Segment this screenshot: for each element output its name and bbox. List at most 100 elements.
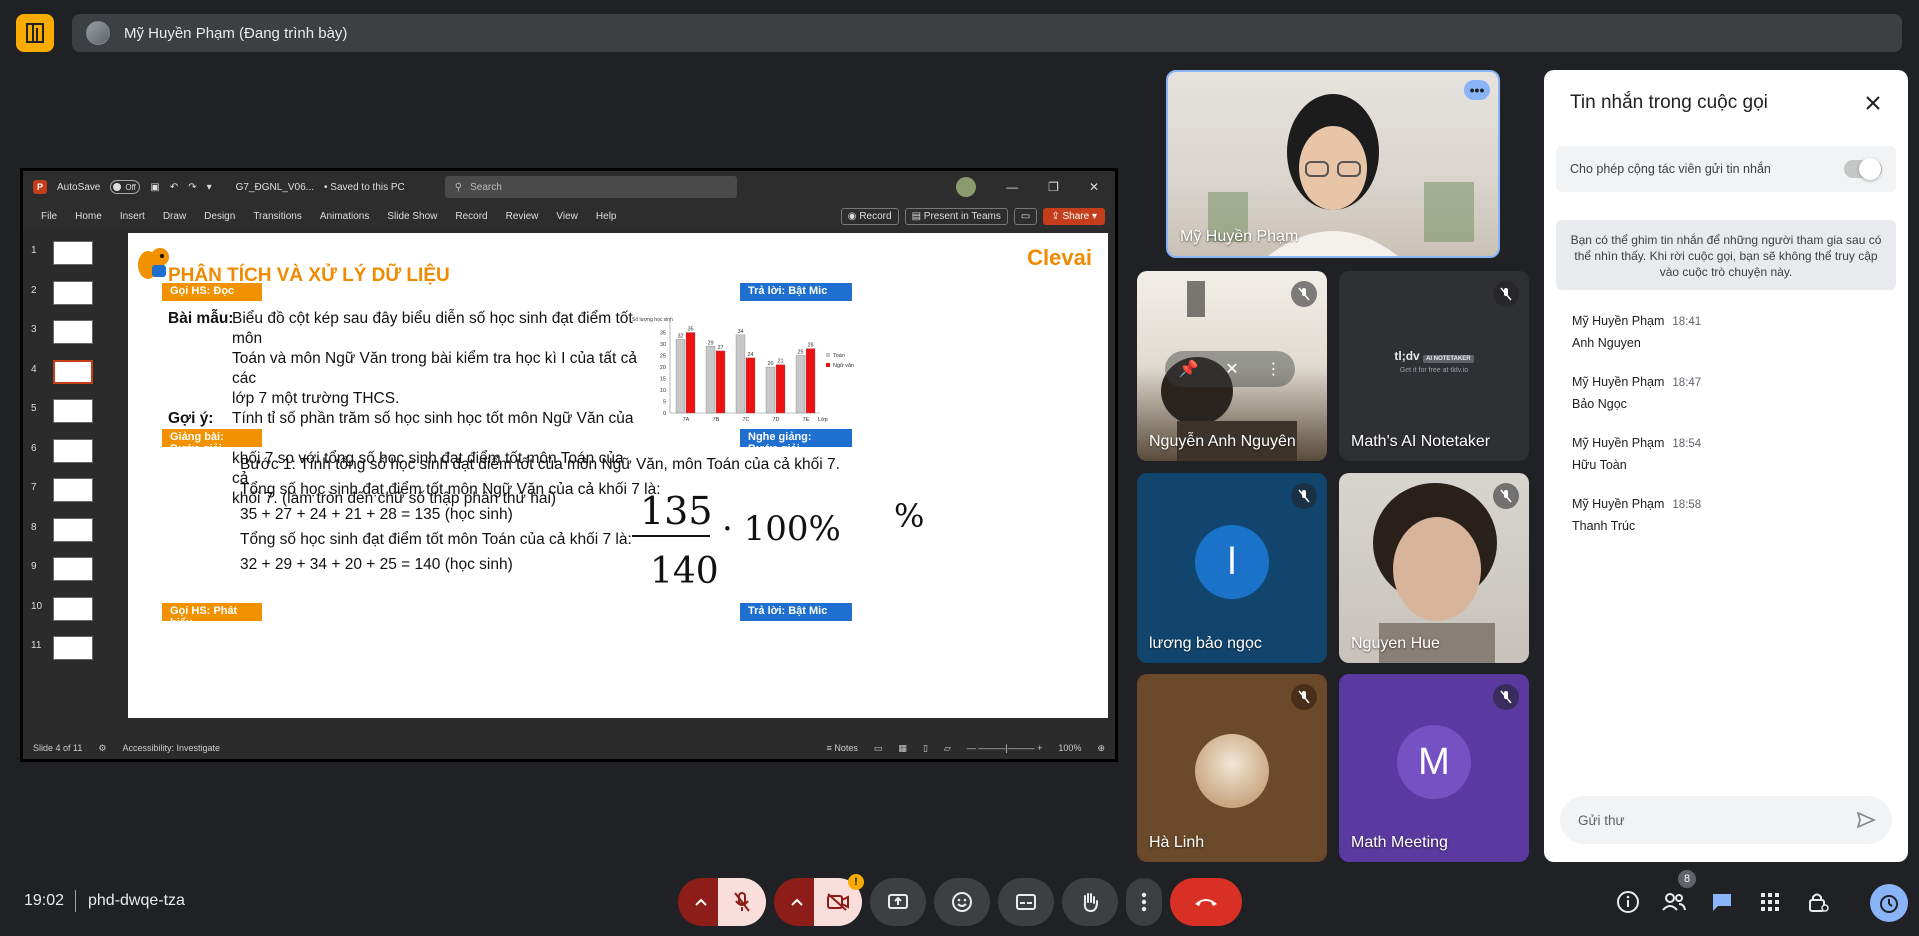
reactions-button[interactable] xyxy=(934,878,990,926)
tile-ai-notetaker[interactable]: tl;dv AI NOTETAKER Get it for free at tl… xyxy=(1339,271,1529,461)
people-icon[interactable] xyxy=(1660,888,1688,916)
minimize-icon[interactable]: — xyxy=(1006,180,1018,194)
slide-thumbnail[interactable] xyxy=(53,517,93,542)
double-bar-chart: Số lượng học sinh 0 5 10 15 20 25 30 35 32 35 7A 29 2… xyxy=(632,317,854,423)
tile-ha-linh[interactable]: Hà Linh xyxy=(1137,674,1327,862)
tile-my-huyen-pham[interactable]: ••• Mỹ Huyền Phạm xyxy=(1166,70,1500,258)
chat-icon[interactable] xyxy=(1708,888,1736,916)
customize-icon[interactable]: ▾ xyxy=(207,182,212,193)
thumbnail-number: 4 xyxy=(31,363,37,375)
tab-animations[interactable]: Animations xyxy=(320,211,369,222)
slide-thumbnail[interactable] xyxy=(53,280,93,305)
save-icon[interactable]: ▣ xyxy=(150,182,159,193)
chart-legend-swatch xyxy=(826,363,830,367)
tag-answer-1: Trả lời: Bật Mic xyxy=(740,283,852,301)
step-5: 32 + 29 + 34 + 20 + 25 = 140 (học sinh) xyxy=(240,556,513,573)
tab-slideshow[interactable]: Slide Show xyxy=(387,211,437,222)
record-button[interactable]: ◉ Record xyxy=(840,207,899,225)
tag-lecture: Giảng bài: Bước giải xyxy=(162,429,262,455)
hand-denominator: 140 xyxy=(650,551,719,592)
autosave-toggle[interactable]: Off xyxy=(110,180,141,194)
participant-name: lương bảo ngọc xyxy=(1149,635,1262,652)
thumbnail-number: 1 xyxy=(31,245,37,256)
slide-thumbnail[interactable] xyxy=(53,636,93,660)
timer-icon[interactable] xyxy=(1870,884,1908,922)
zoom-slider[interactable]: — ———|——— + xyxy=(967,743,1043,753)
tab-help[interactable]: Help xyxy=(596,211,617,222)
allow-messages-toggle[interactable] xyxy=(1844,158,1882,180)
fit-icon[interactable]: ⊕ xyxy=(1097,743,1105,754)
tile-math-meeting[interactable]: M Math Meeting xyxy=(1339,674,1529,862)
slide-thumbnail[interactable] xyxy=(53,241,93,265)
chart-ylabel: Số lượng học sinh xyxy=(632,317,673,323)
chart-y-tick: 15 xyxy=(660,377,666,383)
step-3: 35 + 27 + 24 + 21 + 28 = 135 (học sinh) xyxy=(240,506,513,523)
step-1: Bước 1: Tính tổng số học sinh đạt điểm t… xyxy=(240,456,840,473)
slide-thumbnail[interactable] xyxy=(53,399,93,423)
host-controls-icon[interactable] xyxy=(1804,888,1832,916)
tile-luong-bao-ngoc[interactable]: l lương bảo ngọc xyxy=(1137,473,1327,663)
zoom-level[interactable]: 100% xyxy=(1058,743,1081,753)
accessibility-icon[interactable]: ⚙ xyxy=(98,743,106,754)
slideshow-view-icon[interactable]: ▱ xyxy=(944,743,951,754)
chart-data-label: 29 xyxy=(707,340,713,346)
tab-review[interactable]: Review xyxy=(506,211,539,222)
share-button[interactable]: ⇪ Share ▾ xyxy=(1043,207,1105,225)
chat-message: Mỹ Huyền Phạm 18:41 Anh Nguyen xyxy=(1572,314,1702,350)
ppt-search[interactable]: ⚲ Search xyxy=(444,176,737,198)
slide-thumbnails: 1 2 3 4 5 6 7 8 9 10 11 xyxy=(23,229,123,739)
ppt-statusbar: Slide 4 of 11 ⚙ Accessibility: Investiga… xyxy=(23,737,1115,759)
ppt-user-avatar[interactable] xyxy=(956,177,977,197)
close-icon[interactable]: ✕ xyxy=(1089,180,1099,194)
mute-icon[interactable]: ✕ xyxy=(1225,359,1238,379)
app-logo-icon[interactable] xyxy=(16,14,54,52)
activities-icon[interactable] xyxy=(1756,888,1784,916)
tab-file[interactable]: File xyxy=(41,211,57,222)
thumbnail-number: 7 xyxy=(31,482,37,493)
reading-view-icon[interactable]: ▯ xyxy=(923,743,928,754)
slide-thumbnail[interactable] xyxy=(53,320,93,344)
raise-hand-button[interactable] xyxy=(1062,878,1118,926)
tab-transitions[interactable]: Transitions xyxy=(253,211,302,222)
present-teams-button[interactable]: ▤ Present in Teams xyxy=(904,207,1008,225)
tab-design[interactable]: Design xyxy=(204,211,235,222)
leave-call-button[interactable] xyxy=(1170,878,1242,926)
send-icon[interactable] xyxy=(1856,810,1876,833)
redo-icon[interactable]: ↷ xyxy=(188,182,196,193)
more-options-button[interactable] xyxy=(1126,878,1162,926)
present-screen-button[interactable] xyxy=(870,878,926,926)
tab-home[interactable]: Home xyxy=(75,211,102,222)
presenter-avatar xyxy=(86,21,110,45)
allow-messages-label: Cho phép cộng tác viên gửi tin nhắn xyxy=(1570,162,1771,176)
close-icon[interactable] xyxy=(1858,88,1888,118)
sorter-view-icon[interactable]: ▦ xyxy=(898,743,907,754)
normal-view-icon[interactable]: ▭ xyxy=(874,743,883,754)
slide-thumbnail[interactable] xyxy=(53,438,93,463)
status-accessibility[interactable]: Accessibility: Investigate xyxy=(122,743,220,753)
thumbnail-number: 6 xyxy=(31,442,37,454)
more-options-icon[interactable]: ••• xyxy=(1464,80,1490,100)
more-vert-icon[interactable]: ⋮ xyxy=(1266,359,1282,379)
slide-thumbnail[interactable] xyxy=(53,359,93,384)
mic-toggle-button[interactable] xyxy=(718,878,766,926)
pin-icon[interactable]: 📌 xyxy=(1178,359,1198,379)
tab-view[interactable]: View xyxy=(556,211,578,222)
tile-nguyen-anh-nguyen[interactable]: 📌 ✕ ⋮ Nguyễn Anh Nguyên xyxy=(1137,271,1327,461)
slide-thumbnail[interactable] xyxy=(53,557,93,581)
notes-button[interactable]: ≡ Notes xyxy=(827,743,858,753)
tab-insert[interactable]: Insert xyxy=(120,211,145,222)
comments-icon[interactable]: ▭ xyxy=(1013,207,1038,225)
slide-thumbnail[interactable] xyxy=(53,478,93,502)
chat-message-input[interactable]: Gửi thư xyxy=(1560,796,1892,844)
saved-status[interactable]: • Saved to this PC xyxy=(324,182,405,193)
tile-nguyen-hue[interactable]: Nguyen Hue xyxy=(1339,473,1529,663)
captions-button[interactable] xyxy=(998,878,1054,926)
tab-record[interactable]: Record xyxy=(455,211,487,222)
undo-icon[interactable]: ↶ xyxy=(170,182,178,193)
slide-thumbnail[interactable] xyxy=(53,596,93,621)
meeting-info-icon[interactable] xyxy=(1614,888,1642,916)
tab-draw[interactable]: Draw xyxy=(163,211,186,222)
maximize-icon[interactable]: ❐ xyxy=(1048,180,1059,194)
presenter-bar[interactable]: Mỹ Huyền Phạm (Đang trình bày) xyxy=(72,14,1902,52)
chart-y-tick: 0 xyxy=(663,411,666,417)
